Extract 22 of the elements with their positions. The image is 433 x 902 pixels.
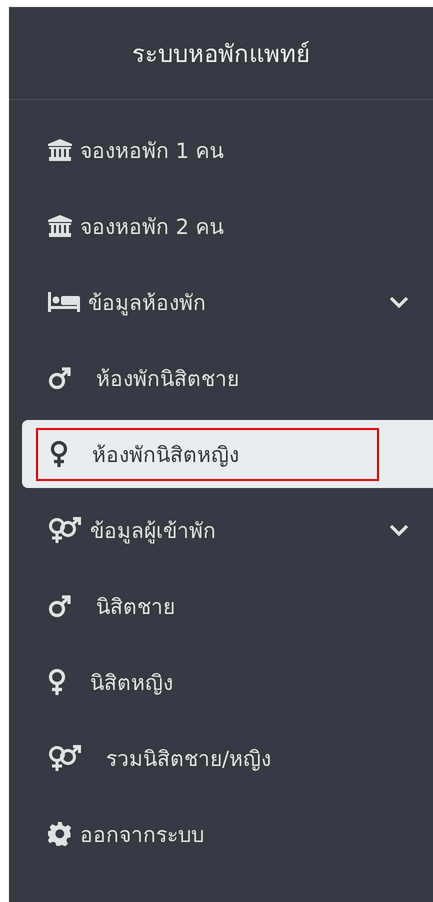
menu-item[interactable]: รวมนิสิตชาย/หญิง xyxy=(22,724,433,792)
female-symbol-icon xyxy=(48,669,66,695)
sidebar-title: ระบบหอพักแพทย์ xyxy=(132,38,310,70)
menu-item[interactable]: จองหอพัก 2 คน xyxy=(22,192,433,260)
female-symbol-icon xyxy=(50,441,68,467)
bank-icon xyxy=(48,215,72,237)
gear-icon xyxy=(48,822,72,846)
venus-mars-icon xyxy=(48,517,82,543)
bed-icon xyxy=(48,292,80,312)
menu-item[interactable]: ข้อมูลห้องพัก xyxy=(22,268,433,336)
menu-item[interactable]: ข้อมูลผู้เข้าพัก xyxy=(22,496,433,564)
highlight-frame: ห้องพักนิสิตหญิง xyxy=(36,428,379,480)
male-symbol-icon xyxy=(48,366,72,390)
male-symbol-icon xyxy=(48,594,72,618)
menu-item[interactable]: นิสิตหญิง xyxy=(22,648,433,716)
menu-item[interactable]: ห้องพักนิสิตหญิง xyxy=(22,420,433,488)
menu-item[interactable]: ห้องพักนิสิตชาย xyxy=(22,344,433,412)
menu-item[interactable]: นิสิตชาย xyxy=(22,572,433,640)
venus-mars-icon xyxy=(48,745,82,771)
bank-icon xyxy=(48,139,72,161)
menu-item[interactable]: จองหอพัก 1 คน xyxy=(22,116,433,184)
menu-item[interactable]: ออกจากระบบ xyxy=(22,800,433,868)
